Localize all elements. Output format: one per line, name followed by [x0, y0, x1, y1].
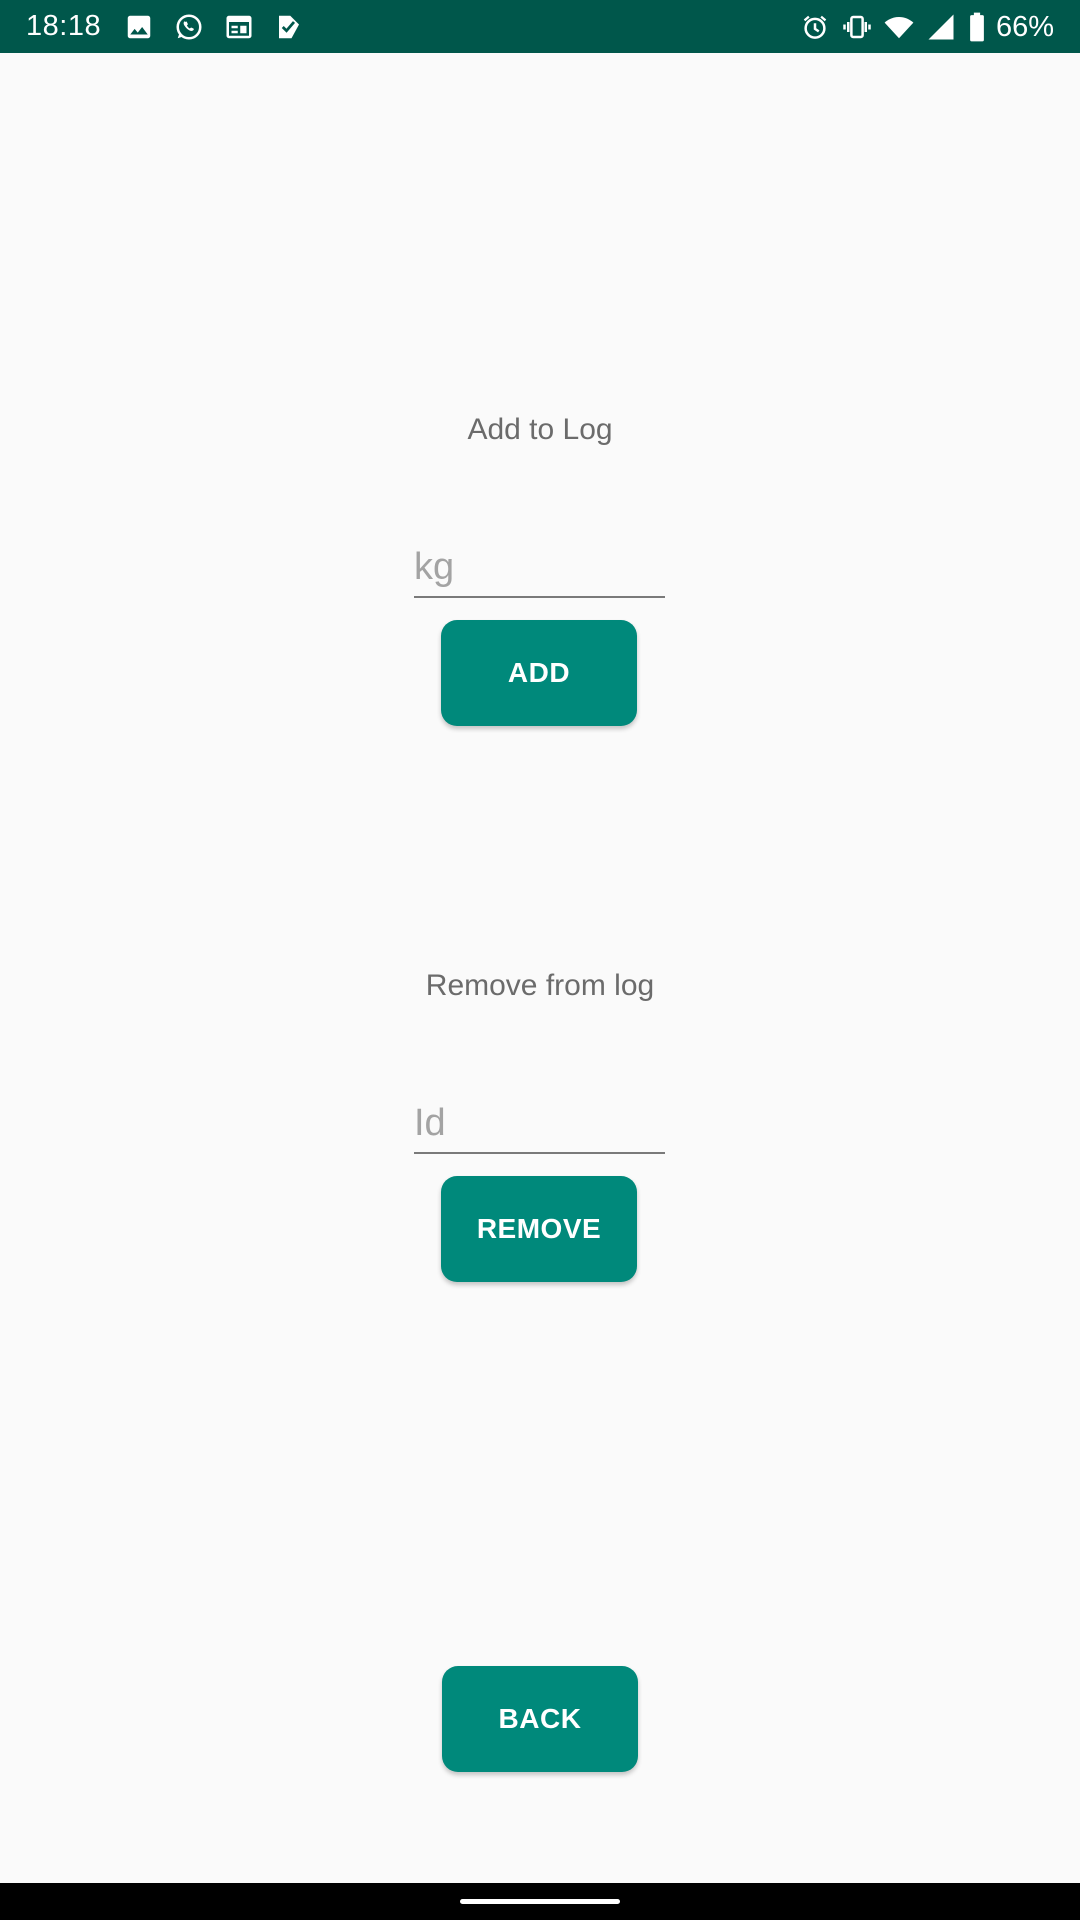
- battery-icon: [968, 12, 986, 42]
- notification-icons: [124, 12, 324, 42]
- system-icons: 66%: [800, 11, 1054, 43]
- add-to-log-label: Add to Log: [467, 413, 613, 446]
- status-time: 18:18: [26, 10, 102, 42]
- back-button[interactable]: BACK: [442, 1666, 638, 1772]
- kg-input[interactable]: [414, 542, 665, 598]
- vibrate-icon: [842, 12, 872, 42]
- calendar-icon: [224, 12, 254, 42]
- whatsapp-icon: [174, 12, 204, 42]
- add-button[interactable]: ADD: [441, 620, 637, 726]
- remove-button[interactable]: REMOVE: [441, 1176, 637, 1282]
- image-icon: [124, 12, 154, 42]
- checklist-icon: [274, 12, 304, 42]
- status-bar: 18:18 66%: [0, 0, 1080, 53]
- wifi-icon: [884, 12, 914, 42]
- battery-percentage: 66%: [995, 11, 1054, 43]
- remove-from-log-label: Remove from log: [425, 969, 655, 1002]
- signal-icon: [926, 12, 956, 42]
- navigation-bar: [0, 1883, 1080, 1920]
- id-input[interactable]: [414, 1098, 665, 1154]
- home-gesture-handle[interactable]: [460, 1899, 620, 1904]
- alarm-icon: [800, 12, 830, 42]
